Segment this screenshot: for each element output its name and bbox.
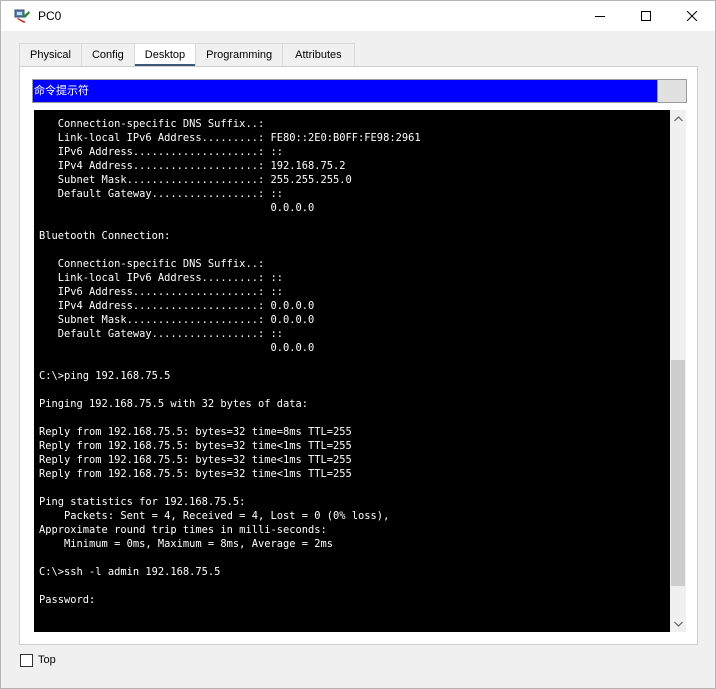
chevron-down-icon xyxy=(673,621,683,627)
terminal-line: Reply from 192.168.75.5: bytes=32 time<1… xyxy=(39,454,352,466)
scroll-down-button[interactable] xyxy=(670,615,686,632)
terminal-line: 0.0.0.0 xyxy=(39,202,315,214)
terminal-line: C:\>ping 192.168.75.5 xyxy=(39,370,171,382)
terminal-line: Ping statistics for 192.168.75.5: xyxy=(39,496,246,508)
title-bar[interactable]: PC0 xyxy=(1,1,715,31)
terminal-line: Reply from 192.168.75.5: bytes=32 time=8… xyxy=(39,426,352,438)
command-prompt-title: 命令提示符 xyxy=(33,80,657,102)
tab-desktop[interactable]: Desktop xyxy=(133,43,197,67)
terminal-line: Approximate round trip times in milli-se… xyxy=(39,524,327,536)
terminal-line: Subnet Mask.....................: 0.0.0.… xyxy=(39,314,315,326)
terminal-line: Password: xyxy=(39,594,96,606)
terminal-line: Link-local IPv6 Address.........: :: xyxy=(39,272,283,284)
maximize-button[interactable] xyxy=(623,1,669,31)
top-checkbox-label: Top xyxy=(38,654,56,666)
terminal-line: Reply from 192.168.75.5: bytes=32 time<1… xyxy=(39,440,352,452)
terminal-line: Reply from 192.168.75.5: bytes=32 time<1… xyxy=(39,468,352,480)
tab-bar: Physical Config Desktop Programming Attr… xyxy=(19,43,355,67)
top-checkbox[interactable] xyxy=(20,654,33,667)
terminal-line: Minimum = 0ms, Maximum = 8ms, Average = … xyxy=(39,538,334,550)
pc0-window: PC0 Physical Config Desktop Programming … xyxy=(0,0,716,689)
command-prompt-header: 命令提示符 xyxy=(32,79,687,103)
terminal-line: IPv6 Address....................: :: xyxy=(39,146,283,158)
pc-device-icon xyxy=(14,8,32,24)
scroll-up-button[interactable] xyxy=(670,110,686,127)
terminal-line: Connection-specific DNS Suffix..: xyxy=(39,258,265,270)
tab-programming[interactable]: Programming xyxy=(195,43,284,67)
terminal-text: Connection-specific DNS Suffix..: Link-l… xyxy=(39,117,421,607)
minimize-button[interactable] xyxy=(577,1,623,31)
close-icon xyxy=(687,11,697,21)
terminal-line: Default Gateway.................: :: xyxy=(39,328,283,340)
terminal-output[interactable]: Connection-specific DNS Suffix..: Link-l… xyxy=(34,110,670,632)
window-title: PC0 xyxy=(38,9,62,23)
command-prompt-close-button[interactable] xyxy=(657,80,686,102)
terminal-line: IPv4 Address....................: 192.16… xyxy=(39,160,346,172)
tab-physical[interactable]: Physical xyxy=(19,43,82,67)
terminal-line: Pinging 192.168.75.5 with 32 bytes of da… xyxy=(39,398,308,410)
terminal-line: IPv4 Address....................: 0.0.0.… xyxy=(39,300,315,312)
terminal-line: Bluetooth Connection: xyxy=(39,230,171,242)
tab-attributes[interactable]: Attributes xyxy=(282,43,355,67)
chevron-up-icon xyxy=(673,115,683,121)
tab-config[interactable]: Config xyxy=(80,43,135,67)
terminal-line: 0.0.0.0 xyxy=(39,342,315,354)
terminal-scrollbar[interactable] xyxy=(670,110,686,632)
terminal-line: IPv6 Address....................: :: xyxy=(39,286,283,298)
terminal-line: Packets: Sent = 4, Received = 4, Lost = … xyxy=(39,510,390,522)
minimize-icon xyxy=(595,16,605,17)
terminal-line: Subnet Mask.....................: 255.25… xyxy=(39,174,352,186)
maximize-icon xyxy=(641,11,651,21)
desktop-panel: 命令提示符 Connection-specific DNS Suffix..: … xyxy=(19,66,698,645)
scroll-thumb[interactable] xyxy=(671,360,685,586)
terminal-line: Link-local IPv6 Address.........: FE80::… xyxy=(39,132,421,144)
terminal-line: Default Gateway.................: :: xyxy=(39,188,283,200)
terminal-line: C:\>ssh -l admin 192.168.75.5 xyxy=(39,566,221,578)
terminal-line: Connection-specific DNS Suffix..: xyxy=(39,118,265,130)
close-button[interactable] xyxy=(669,1,715,31)
